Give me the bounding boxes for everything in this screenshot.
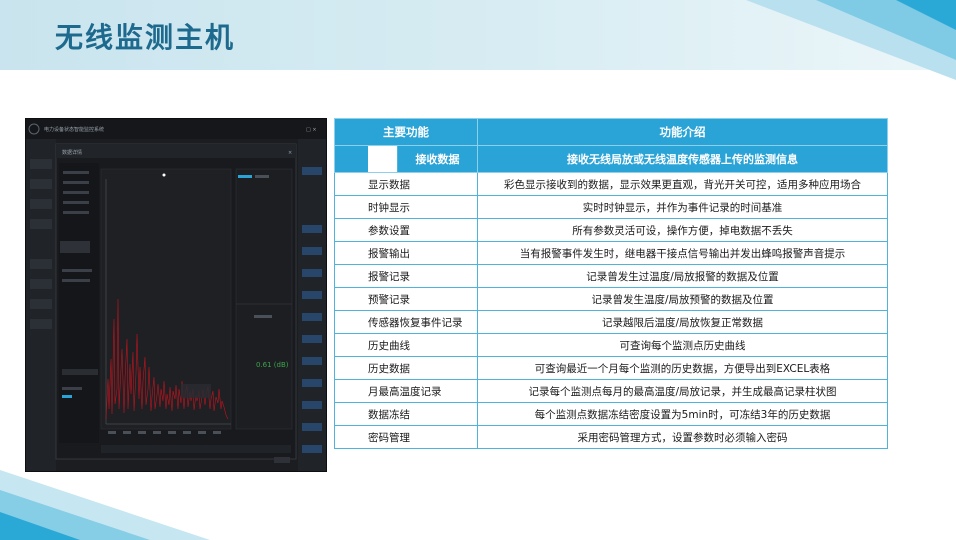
dialog-title: 数据详情 [62, 149, 82, 156]
subheader-function: 接收数据 [415, 153, 460, 166]
function-name: 历史曲线 [334, 333, 478, 357]
panel-value: 0.61 (dB) [256, 361, 289, 369]
table-row: 报警输出 当有报警事件发生时，继电器干接点信号输出并发出蜂鸣报警声音提示 [334, 241, 888, 265]
table-row: 密码管理 采用密码管理方式，设置参数时必须输入密码 [334, 425, 888, 449]
function-name: 显示数据 [334, 172, 478, 196]
function-name: 参数设置 [334, 218, 478, 242]
table-row: 历史数据 可查询最近一个月每个监测的历史数据，方便导出到EXCEL表格 [334, 356, 888, 380]
function-name: 传感器恢复事件记录 [334, 310, 478, 334]
function-description: 当有报警事件发生时，继电器干接点信号输出并发出蜂鸣报警声音提示 [477, 241, 888, 265]
function-description: 采用密码管理方式，设置参数时必须输入密码 [477, 425, 888, 449]
function-description: 记录曾发生温度/局放预警的数据及位置 [477, 287, 888, 311]
corner-decoration [0, 470, 210, 540]
subheader-description: 接收无线局放或无线温度传感器上传的监测信息 [477, 145, 888, 173]
function-name: 报警输出 [334, 241, 478, 265]
function-name: 月最高温度记录 [334, 379, 478, 403]
app-title: 电力设备状态智能监控系统 [44, 126, 104, 133]
table-row: 月最高温度记录 记录每个监测点每月的最高温度/局放记录，并生成最高记录柱状图 [334, 379, 888, 403]
table-row: 参数设置 所有参数灵活可设，操作方便，掉电数据不丢失 [334, 218, 888, 242]
corner-decoration [746, 0, 956, 80]
function-description: 记录曾发生过温度/局放报警的数据及位置 [477, 264, 888, 288]
table-row: 报警记录 记录曾发生过温度/局放报警的数据及位置 [334, 264, 888, 288]
function-name: 数据冻结 [334, 402, 478, 426]
function-description: 可查询最近一个月每个监测的历史数据，方便导出到EXCEL表格 [477, 356, 888, 380]
function-description: 记录每个监测点每月的最高温度/局放记录，并生成最高记录柱状图 [477, 379, 888, 403]
table-row: 传感器恢复事件记录 记录越限后温度/局放恢复正常数据 [334, 310, 888, 334]
function-table: 主要功能 功能介绍 接收数据 接收无线局放或无线温度传感器上传的监测信息 显示数… [334, 118, 888, 449]
svg-text:□ ×: □ × [306, 127, 317, 133]
page-title: 无线监测主机 [55, 21, 236, 54]
table-row: 数据冻结 每个监测点数据冻结密度设置为5min时，可冻结3年的历史数据 [334, 402, 888, 426]
function-description: 记录越限后温度/局放恢复正常数据 [477, 310, 888, 334]
svg-text:×: × [288, 150, 292, 156]
function-name: 预警记录 [334, 287, 478, 311]
table-row: 时钟显示 实时时钟显示，并作为事件记录的时间基准 [334, 195, 888, 219]
function-description: 每个监测点数据冻结密度设置为5min时，可冻结3年的历史数据 [477, 402, 888, 426]
function-description: 所有参数灵活可设，操作方便，掉电数据不丢失 [477, 218, 888, 242]
header-col-description: 功能介绍 [477, 118, 888, 146]
function-name: 历史数据 [334, 356, 478, 380]
function-description: 实时时钟显示，并作为事件记录的时间基准 [477, 195, 888, 219]
function-description: 可查询每个监测点历史曲线 [477, 333, 888, 357]
function-name: 时钟显示 [334, 195, 478, 219]
function-name: 密码管理 [334, 425, 478, 449]
table-subheader: 接收数据 接收无线局放或无线温度传感器上传的监测信息 [334, 145, 888, 173]
software-screenshot: 电力设备状态智能监控系统 □ × 数据详情 × 0.61 (dB) [25, 118, 327, 472]
table-row: 预警记录 记录曾发生温度/局放预警的数据及位置 [334, 287, 888, 311]
table-row: 显示数据 彩色显示接收到的数据，显示效果更直观，背光开关可控，适用多种应用场合 [334, 172, 888, 196]
table-row: 历史曲线 可查询每个监测点历史曲线 [334, 333, 888, 357]
table-header: 主要功能 功能介绍 [334, 118, 888, 146]
function-name: 报警记录 [334, 264, 478, 288]
header-col-function: 主要功能 [334, 118, 478, 146]
function-description: 彩色显示接收到的数据，显示效果更直观，背光开关可控，适用多种应用场合 [477, 172, 888, 196]
